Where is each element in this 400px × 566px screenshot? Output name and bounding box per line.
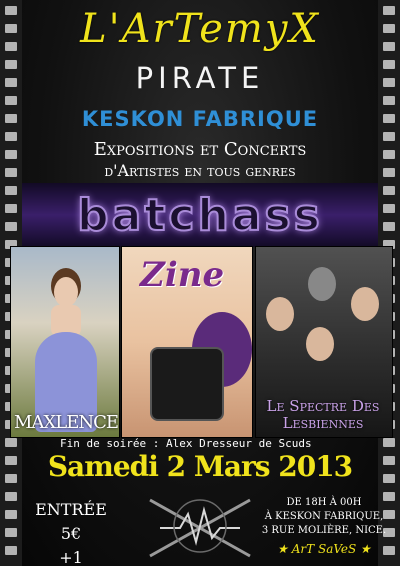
figure-head	[54, 277, 78, 307]
sprocket-hole	[5, 546, 17, 555]
figure-face	[266, 297, 294, 331]
sprocket-hole	[383, 204, 395, 213]
star-icon: ★	[356, 542, 371, 556]
event-address: 3 RUE MOLIÈRE, NICE.	[261, 525, 387, 536]
poster-title: L'ArTemyX	[80, 6, 320, 52]
venue-name: KESKON FABRIQUE	[81, 107, 319, 131]
sprocket-hole	[383, 96, 395, 105]
event-info: DE 18H À 00H À KESKON FABRIQUE, 3 RUE MO…	[258, 496, 390, 538]
sprocket-hole	[5, 492, 17, 501]
batchass-logo: batchass	[76, 189, 323, 242]
figure-face	[306, 327, 334, 361]
sprocket-hole	[5, 96, 17, 105]
gasmask-figure	[308, 267, 336, 301]
accordion-image	[150, 347, 224, 421]
sprocket-hole	[5, 438, 17, 447]
event-poster: L'ArTemyX PIRATE KESKON FABRIQUE Exposit…	[0, 0, 400, 566]
organizer-logo: ★ ArT SaVeS ★	[258, 542, 390, 556]
closing-act: Fin de soirée : Alex Dresseur de Scuds	[60, 437, 312, 450]
event-hours: DE 18H À 00H	[286, 497, 362, 508]
artist-label-maxlence: MAXLENCE	[14, 412, 119, 433]
entry-price: ENTRÉE 5€	[35, 500, 107, 543]
sprocket-hole	[5, 186, 17, 195]
tagline-2: d'Artistes en tous genres	[104, 161, 296, 180]
sprocket-hole	[5, 510, 17, 519]
artist-label-zine: Zine	[140, 255, 225, 295]
figure-face	[351, 287, 379, 321]
artist-label-spectre: Le Spectre Des Lesbiennes	[266, 397, 380, 432]
event-place: À KESKON FABRIQUE,	[264, 511, 384, 522]
sprocket-hole	[383, 186, 395, 195]
star-icon: ★	[277, 542, 292, 556]
sprocket-hole	[5, 528, 17, 537]
entry-extra: +1 CONSO	[59, 548, 83, 566]
tagline-1: Expositions et Concerts	[93, 139, 307, 160]
batchass-banner: batchass	[22, 183, 378, 247]
entry-price-block: ENTRÉE 5€ +1 CONSO	[26, 498, 116, 566]
sprocket-hole	[383, 222, 395, 231]
sprocket-hole	[5, 204, 17, 213]
event-date: Samedi 2 Mars 2013	[47, 450, 353, 483]
pirate-emblem-icon	[149, 498, 251, 558]
sprocket-hole	[383, 438, 395, 447]
sprocket-hole	[5, 222, 17, 231]
organizer-name: ArT SaVeS	[291, 542, 357, 556]
photo-maxlence	[10, 246, 120, 438]
poster-subtitle: PIRATE	[135, 61, 265, 95]
